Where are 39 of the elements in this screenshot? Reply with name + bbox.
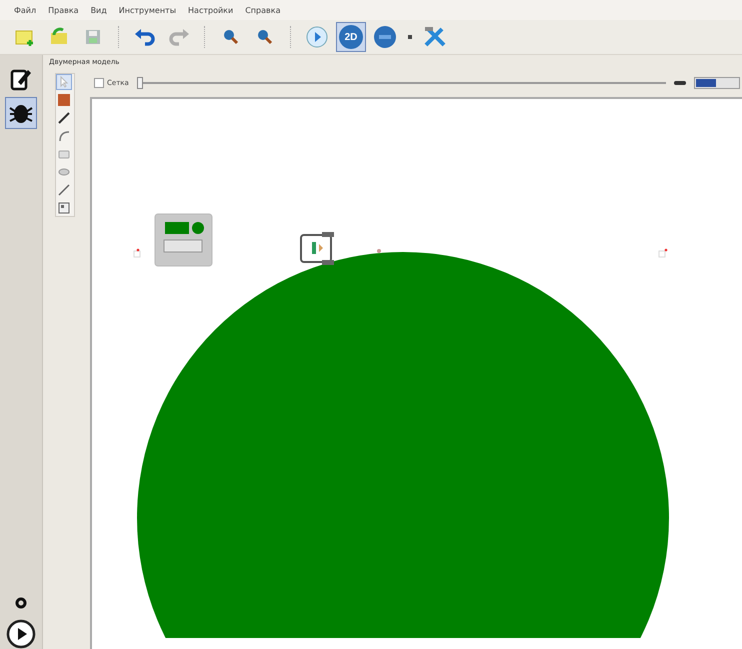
stop-button[interactable] — [15, 597, 27, 609]
image-icon — [58, 202, 70, 214]
menu-item[interactable]: Справка — [245, 6, 280, 14]
undo-icon — [133, 26, 157, 48]
start-marker[interactable] — [134, 248, 140, 258]
tools-icon — [422, 25, 448, 49]
rect-icon — [58, 148, 70, 160]
end-marker[interactable] — [658, 248, 668, 258]
pointer-tool[interactable] — [56, 74, 72, 90]
point-marker — [377, 249, 381, 253]
zoom-out-icon — [255, 27, 275, 47]
play-icon — [305, 25, 329, 49]
menu-item[interactable]: Настройки — [188, 6, 234, 14]
menu-item[interactable]: Вид — [90, 6, 107, 14]
pen-tool[interactable] — [56, 182, 72, 198]
robot-drawing[interactable] — [300, 232, 334, 265]
zoom-slider[interactable] — [136, 77, 666, 89]
redo-icon — [167, 26, 191, 48]
menu-item[interactable]: Файл — [14, 6, 36, 14]
wall-tool[interactable] — [56, 92, 72, 108]
debug-mode-button[interactable] — [5, 97, 37, 129]
image-tool[interactable] — [56, 200, 72, 216]
minus-icon — [674, 81, 686, 85]
ellipse-icon — [58, 166, 70, 178]
sensor-panel-drawing[interactable] — [154, 214, 212, 266]
zoom-in-icon — [221, 27, 241, 47]
play-button[interactable] — [6, 619, 36, 649]
line-tool[interactable] — [56, 110, 72, 126]
disc-icon — [373, 25, 397, 49]
scene-canvas[interactable] — [90, 97, 742, 649]
pointer-icon — [58, 76, 70, 88]
menu-item[interactable]: Правка — [48, 6, 79, 14]
wall-icon — [58, 94, 70, 106]
line-icon — [58, 112, 70, 124]
pen-icon — [58, 184, 70, 196]
menu-item[interactable]: Инструменты — [118, 6, 176, 14]
arc-icon — [58, 130, 70, 142]
caret-icon — [407, 34, 413, 40]
zoom-field[interactable] — [694, 77, 740, 89]
